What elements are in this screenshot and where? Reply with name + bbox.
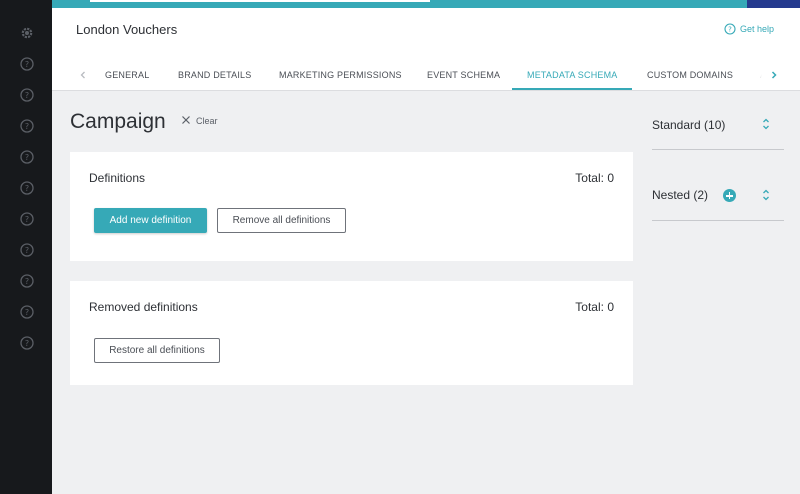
expand-collapse-icon[interactable] (760, 116, 772, 132)
svg-text:?: ? (25, 60, 29, 69)
removed-definitions-title: Removed definitions (89, 300, 198, 314)
svg-text:?: ? (25, 122, 29, 131)
definitions-total: Total: 0 (575, 171, 614, 185)
svg-text:?: ? (25, 215, 29, 224)
svg-text:?: ? (728, 26, 732, 34)
clear-label: Clear (196, 116, 218, 126)
svg-text:?: ? (25, 91, 29, 100)
project-title: London Vouchers (76, 22, 178, 37)
top-search-field[interactable] (90, 0, 430, 2)
expand-collapse-icon[interactable] (760, 187, 772, 203)
svg-text:?: ? (25, 184, 29, 193)
help-icon[interactable]: ? (19, 242, 35, 258)
standard-section[interactable]: Standard (10) (652, 110, 784, 150)
svg-text:?: ? (25, 277, 29, 286)
standard-label: Standard (10) (652, 118, 726, 132)
tab-custom-domains[interactable]: CUSTOM DOMAINS (647, 70, 733, 80)
top-bar-account-area[interactable] (747, 0, 800, 8)
svg-text:?: ? (25, 153, 29, 162)
help-icon[interactable]: ? (19, 87, 35, 103)
removed-definitions-total: Total: 0 (575, 300, 614, 314)
get-help-label: Get help (739, 24, 774, 34)
svg-text:?: ? (25, 339, 29, 348)
page-header: London Vouchers ? Get help GENERAL BRAND… (52, 8, 800, 91)
definitions-card: Definitions Total: 0 Add new definition … (70, 152, 633, 261)
gear-icon[interactable] (19, 25, 35, 41)
svg-text:?: ? (25, 246, 29, 255)
removed-definitions-card: Removed definitions Total: 0 Restore all… (70, 281, 633, 385)
tab-event-schema[interactable]: EVENT SCHEMA (427, 70, 500, 80)
tab-metadata-schema[interactable]: METADATA SCHEMA (527, 70, 618, 80)
clear-button[interactable]: Clear (181, 115, 218, 127)
add-nested-icon[interactable] (723, 189, 736, 202)
svg-text:?: ? (25, 308, 29, 317)
help-icon[interactable]: ? (19, 304, 35, 320)
tabs-fade (752, 66, 766, 86)
add-new-definition-button[interactable]: Add new definition (94, 208, 207, 233)
remove-all-definitions-button[interactable]: Remove all definitions (217, 208, 346, 233)
help-icon[interactable]: ? (19, 211, 35, 227)
left-nav-rail: ? ? ? ? ? ? ? ? ? ? (0, 0, 52, 494)
help-icon[interactable]: ? (19, 335, 35, 351)
page-title: Campaign (70, 110, 166, 133)
nested-section[interactable]: Nested (2) (652, 180, 784, 221)
help-icon[interactable]: ? (19, 273, 35, 289)
tab-marketing-permissions[interactable]: MARKETING PERMISSIONS (279, 70, 402, 80)
active-tab-indicator (512, 88, 632, 90)
help-icon[interactable]: ? (19, 56, 35, 72)
tab-brand-details[interactable]: BRAND DETAILS (178, 70, 251, 80)
help-icon[interactable]: ? (19, 180, 35, 196)
chevron-right-icon[interactable] (767, 68, 781, 82)
definitions-title: Definitions (89, 171, 146, 185)
chevron-left-icon[interactable] (76, 68, 90, 82)
settings-tabs: GENERAL BRAND DETAILS MARKETING PERMISSI… (52, 60, 800, 90)
restore-all-definitions-button[interactable]: Restore all definitions (94, 338, 220, 363)
help-circle-icon: ? (724, 23, 736, 35)
tab-general[interactable]: GENERAL (105, 70, 149, 80)
nested-label: Nested (2) (652, 188, 709, 202)
top-bar (52, 0, 800, 8)
help-icon[interactable]: ? (19, 118, 35, 134)
help-icon[interactable]: ? (19, 149, 35, 165)
get-help-link[interactable]: ? Get help (724, 23, 774, 35)
close-icon (181, 115, 191, 127)
